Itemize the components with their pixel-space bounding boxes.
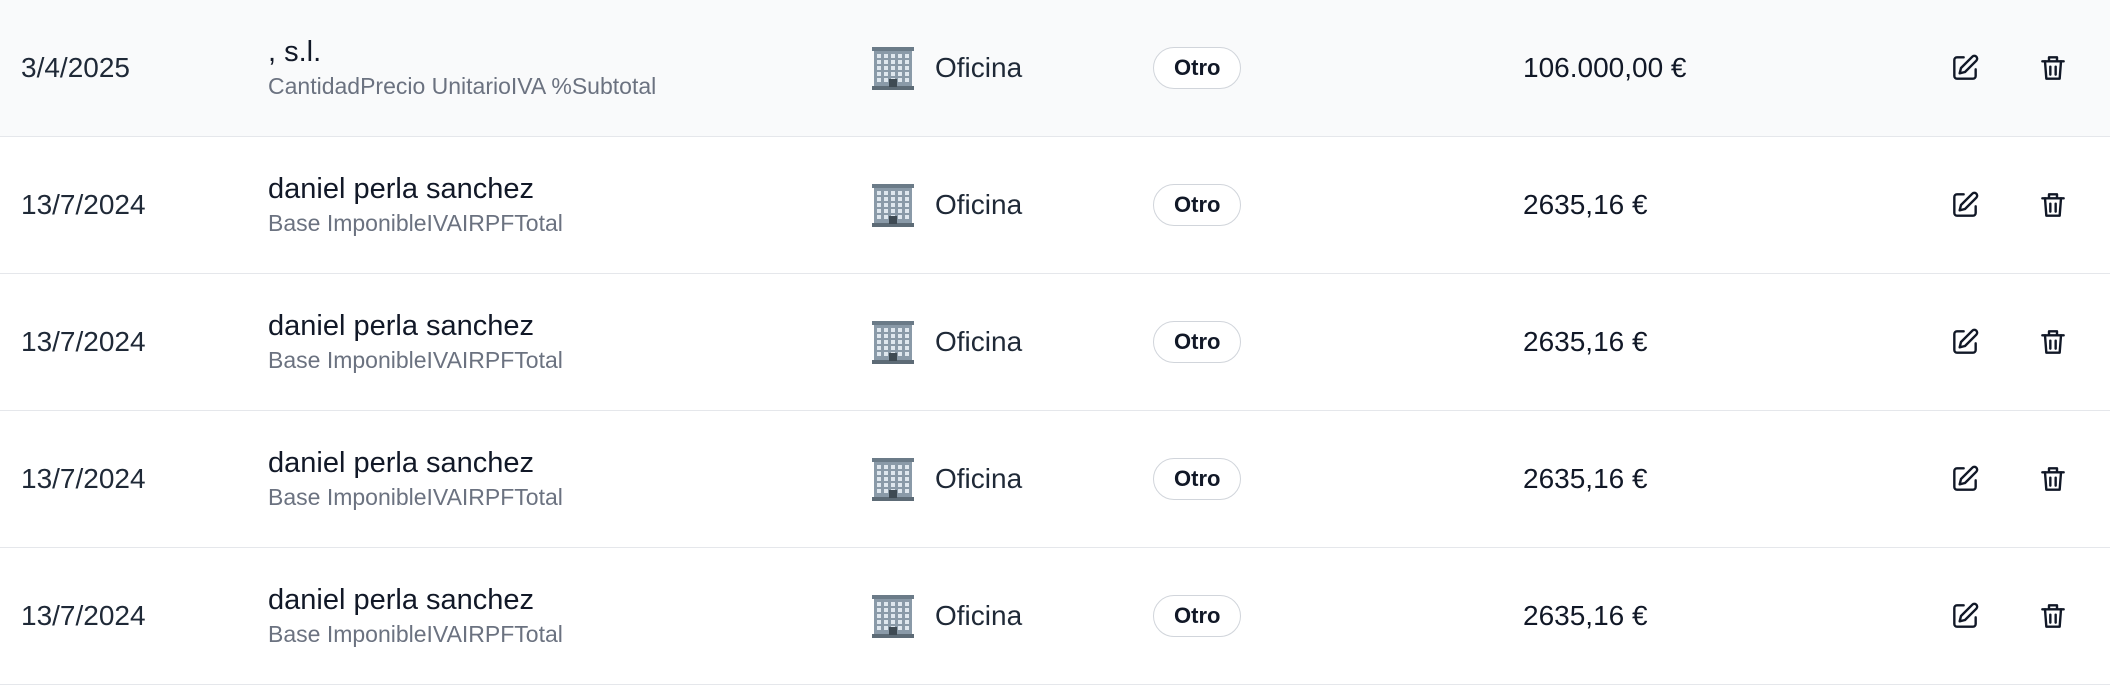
type-badge: Otro	[1153, 458, 1242, 500]
row-subtitle: Base ImponibleIVAIRPFTotal	[268, 210, 563, 236]
row-subtitle: Base ImponibleIVAIRPFTotal	[268, 484, 563, 510]
edit-button[interactable]	[1944, 47, 1986, 89]
type-badge: Otro	[1153, 321, 1242, 363]
row-date: 13/7/2024	[21, 600, 146, 631]
row-type: Otro	[1153, 274, 1242, 410]
type-badge: Otro	[1153, 47, 1242, 89]
type-badge: Otro	[1153, 595, 1242, 637]
delete-button[interactable]	[2032, 595, 2074, 637]
building-icon	[872, 46, 914, 90]
row-category: Oficina	[872, 411, 1022, 547]
category-label: Oficina	[935, 52, 1023, 83]
row-date: 13/7/2024	[21, 326, 146, 357]
trash-icon	[2037, 52, 2069, 84]
row-subtitle: CantidadPrecio UnitarioIVA %Subtotal	[268, 73, 657, 99]
row-description: daniel perla sanchez Base ImponibleIVAIR…	[268, 137, 563, 273]
row-amount: 2635,16 €	[1523, 600, 1648, 631]
delete-button[interactable]	[2032, 47, 2074, 89]
row-description: daniel perla sanchez Base ImponibleIVAIR…	[268, 274, 563, 410]
row-actions	[1944, 0, 2074, 136]
building-icon	[872, 183, 914, 227]
row-type: Otro	[1153, 548, 1242, 684]
row-title: daniel perla sanchez	[268, 447, 535, 479]
row-amount: 2635,16 €	[1523, 189, 1648, 220]
row-amount: 2635,16 €	[1523, 326, 1648, 357]
edit-icon	[1949, 189, 1981, 221]
row-description: daniel perla sanchez Base ImponibleIVAIR…	[268, 411, 563, 547]
trash-icon	[2037, 189, 2069, 221]
category-label: Oficina	[935, 189, 1023, 220]
table-row[interactable]: 13/7/2024 daniel perla sanchez Base Impo…	[0, 411, 2110, 548]
edit-icon	[1949, 463, 1981, 495]
edit-icon	[1949, 52, 1981, 84]
row-type: Otro	[1153, 411, 1242, 547]
row-title: daniel perla sanchez	[268, 173, 535, 205]
building-icon	[872, 320, 914, 364]
row-category: Oficina	[872, 274, 1022, 410]
row-date: 13/7/2024	[21, 463, 146, 494]
edit-button[interactable]	[1944, 321, 1986, 363]
delete-button[interactable]	[2032, 184, 2074, 226]
table-row[interactable]: 13/7/2024 daniel perla sanchez Base Impo…	[0, 548, 2110, 685]
row-date: 13/7/2024	[21, 189, 146, 220]
row-subtitle: Base ImponibleIVAIRPFTotal	[268, 621, 563, 647]
trash-icon	[2037, 600, 2069, 632]
row-category: Oficina	[872, 548, 1022, 684]
row-title: , s.l.	[268, 36, 322, 68]
row-actions	[1944, 411, 2074, 547]
row-actions	[1944, 548, 2074, 684]
trash-icon	[2037, 326, 2069, 358]
table-row[interactable]: 3/4/2025 , s.l. CantidadPrecio UnitarioI…	[0, 0, 2110, 137]
row-title: daniel perla sanchez	[268, 310, 535, 342]
category-label: Oficina	[935, 463, 1023, 494]
edit-icon	[1949, 326, 1981, 358]
row-actions	[1944, 137, 2074, 273]
table-row[interactable]: 13/7/2024 daniel perla sanchez Base Impo…	[0, 137, 2110, 274]
row-category: Oficina	[872, 137, 1022, 273]
row-category: Oficina	[872, 0, 1022, 136]
row-description: daniel perla sanchez Base ImponibleIVAIR…	[268, 548, 563, 684]
row-amount: 2635,16 €	[1523, 463, 1648, 494]
table-row[interactable]: 13/7/2024 daniel perla sanchez Base Impo…	[0, 274, 2110, 411]
category-label: Oficina	[935, 600, 1023, 631]
transactions-table: 3/4/2025 , s.l. CantidadPrecio UnitarioI…	[0, 0, 2110, 685]
row-type: Otro	[1153, 137, 1242, 273]
building-icon	[872, 457, 914, 501]
row-subtitle: Base ImponibleIVAIRPFTotal	[268, 347, 563, 373]
type-badge: Otro	[1153, 184, 1242, 226]
delete-button[interactable]	[2032, 458, 2074, 500]
row-description: , s.l. CantidadPrecio UnitarioIVA %Subto…	[268, 0, 656, 136]
building-icon	[872, 594, 914, 638]
edit-button[interactable]	[1944, 595, 1986, 637]
edit-button[interactable]	[1944, 458, 1986, 500]
row-amount: 106.000,00 €	[1523, 52, 1687, 83]
delete-button[interactable]	[2032, 321, 2074, 363]
edit-button[interactable]	[1944, 184, 1986, 226]
row-date: 3/4/2025	[21, 52, 130, 83]
edit-icon	[1949, 600, 1981, 632]
trash-icon	[2037, 463, 2069, 495]
row-actions	[1944, 274, 2074, 410]
row-type: Otro	[1153, 0, 1242, 136]
row-title: daniel perla sanchez	[268, 584, 535, 616]
category-label: Oficina	[935, 326, 1023, 357]
